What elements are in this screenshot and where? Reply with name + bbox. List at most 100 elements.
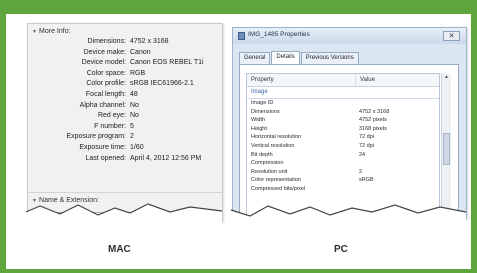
info-value: Canon EOS REBEL T1i xyxy=(130,59,204,67)
file-icon xyxy=(238,32,245,40)
property-value: 3168 pixels xyxy=(359,125,387,132)
info-value: 2 xyxy=(130,133,134,141)
info-value: RGB xyxy=(130,69,146,77)
right-accent-edge xyxy=(471,14,477,273)
tab-details[interactable]: Details xyxy=(271,51,300,65)
mac-caption: MAC xyxy=(108,244,131,255)
property-row[interactable]: Horizontal resolution 72 dpi xyxy=(247,133,439,142)
info-value: 4752 x 3168 xyxy=(130,38,169,45)
property-value: 2 xyxy=(359,168,363,175)
column-header-value[interactable]: Value xyxy=(356,74,375,86)
property-value xyxy=(355,99,359,108)
pc-properties-window: IMG_1485 Properties ✕ General Details Pr… xyxy=(232,27,467,219)
info-key: Red eye: xyxy=(97,112,126,120)
property-row[interactable]: Bit depth 24 xyxy=(247,151,439,160)
torn-edge-decoration xyxy=(25,203,467,230)
scroll-up-arrow-icon[interactable]: ▲ xyxy=(442,73,451,82)
property-name: Resolution unit xyxy=(251,168,288,175)
info-value: 5 xyxy=(130,122,134,130)
property-value: 4752 pixels xyxy=(359,117,387,124)
info-row: F number: 5 xyxy=(28,122,222,133)
info-key: Color profile: xyxy=(86,80,126,88)
tab-strip: General Details Previous Versions xyxy=(239,51,360,65)
property-rows: Image ID Dimensions 4752 x 3168 Width 4752 p… xyxy=(247,99,439,194)
info-value: Canon xyxy=(130,48,151,56)
info-key: Alpha channel: xyxy=(79,101,126,109)
bottom-accent-bar xyxy=(0,269,477,273)
property-name: Compression xyxy=(251,160,284,167)
group-heading-image: Image xyxy=(247,87,439,99)
close-button[interactable]: ✕ xyxy=(443,31,460,41)
info-key: Device model: xyxy=(81,59,126,67)
column-header-property[interactable]: Property xyxy=(247,74,356,86)
property-name: Width xyxy=(251,117,266,124)
vertical-scrollbar[interactable]: ▲ xyxy=(441,73,451,218)
title-bar: IMG_1485 Properties ✕ xyxy=(233,28,466,44)
window-title: IMG_1485 Properties xyxy=(248,31,310,38)
property-row[interactable]: Compressed bits/pixel xyxy=(247,185,439,194)
info-row: Focal length: 48 xyxy=(28,90,222,101)
info-key: F number: xyxy=(94,122,126,130)
info-row: Red eye: No xyxy=(28,111,222,122)
info-row: Color profile: sRGB IEC61966-2.1 xyxy=(28,79,222,90)
info-row: Color space: RGB xyxy=(28,69,222,80)
property-row[interactable]: Width 4752 pixels xyxy=(247,116,439,125)
more-info-header[interactable]: ▾ More Info: xyxy=(33,28,71,35)
property-name: Height xyxy=(251,125,267,132)
property-value: 24 xyxy=(359,151,366,158)
property-grid: Property Value Image Image ID Dimensions 4… xyxy=(246,73,440,218)
info-value: No xyxy=(130,101,139,109)
property-row[interactable]: Compression xyxy=(247,159,439,168)
property-name: Dimensions xyxy=(251,108,280,115)
grid-header: Property Value xyxy=(247,74,439,87)
property-row[interactable]: Image ID xyxy=(247,99,439,108)
info-key: Exposure time: xyxy=(79,143,126,151)
info-key: Device make: xyxy=(83,48,126,56)
tab-general[interactable]: General xyxy=(239,52,271,64)
property-value: 4752 x 3168 xyxy=(359,108,390,115)
info-value: 1/60 xyxy=(130,143,144,151)
tab-previous-versions[interactable]: Previous Versions xyxy=(300,52,359,64)
property-row[interactable]: Height 3168 pixels xyxy=(247,125,439,134)
top-accent-bar xyxy=(0,0,477,14)
more-info-title: More Info: xyxy=(39,28,71,35)
left-accent-edge xyxy=(0,14,6,273)
info-key: Focal length: xyxy=(85,90,126,98)
scroll-thumb[interactable] xyxy=(443,133,450,165)
info-value: sRGB IEC61966-2.1 xyxy=(130,80,194,88)
property-row[interactable]: Resolution unit 2 xyxy=(247,168,439,177)
property-value xyxy=(355,185,359,194)
info-value: April 4, 2012 12:56 PM xyxy=(130,154,202,162)
divider xyxy=(28,192,222,193)
property-value xyxy=(355,159,359,168)
info-key: Exposure program: xyxy=(66,133,126,141)
property-row[interactable]: Vertical resolution 72 dpi xyxy=(247,142,439,151)
disclosure-triangle-icon[interactable]: ▾ xyxy=(33,29,36,35)
details-sheet: Property Value Image Image ID Dimensions 4… xyxy=(239,64,459,218)
info-key: Last opened: xyxy=(85,154,126,162)
property-name: Vertical resolution xyxy=(251,142,295,149)
property-name: Horizontal resolution xyxy=(251,134,302,141)
mac-info-panel: ▾ More Info: Dimensions: 4752 x 3168 Device… xyxy=(27,23,223,222)
property-value: 72 dpi xyxy=(359,134,374,141)
info-row: Device make: Canon xyxy=(28,48,222,59)
info-row: Last opened: April 4, 2012 12:56 PM xyxy=(28,154,222,165)
info-value: 48 xyxy=(130,90,138,98)
property-name: Bit depth xyxy=(251,151,273,158)
info-row: Exposure time: 1/60 xyxy=(28,143,222,154)
property-row[interactable]: Dimensions 4752 x 3168 xyxy=(247,108,439,117)
info-row: Exposure program: 2 xyxy=(28,132,222,143)
property-name: Compressed bits/pixel xyxy=(251,185,306,192)
property-name: Color representation xyxy=(251,177,301,184)
property-value: 72 dpi xyxy=(359,142,374,149)
info-row: Alpha channel: No xyxy=(28,101,222,112)
property-row[interactable]: Color representation sRGB xyxy=(247,176,439,185)
property-name: Image ID xyxy=(251,100,274,106)
info-row: Device model: Canon EOS REBEL T1i xyxy=(28,58,222,69)
property-value: sRGB xyxy=(359,177,374,184)
info-row: Dimensions: 4752 x 3168 xyxy=(28,37,222,48)
pc-caption: PC xyxy=(334,244,348,255)
info-key: Dimensions: xyxy=(87,38,126,45)
info-value: No xyxy=(130,112,139,120)
info-key: Color space: xyxy=(86,69,126,77)
